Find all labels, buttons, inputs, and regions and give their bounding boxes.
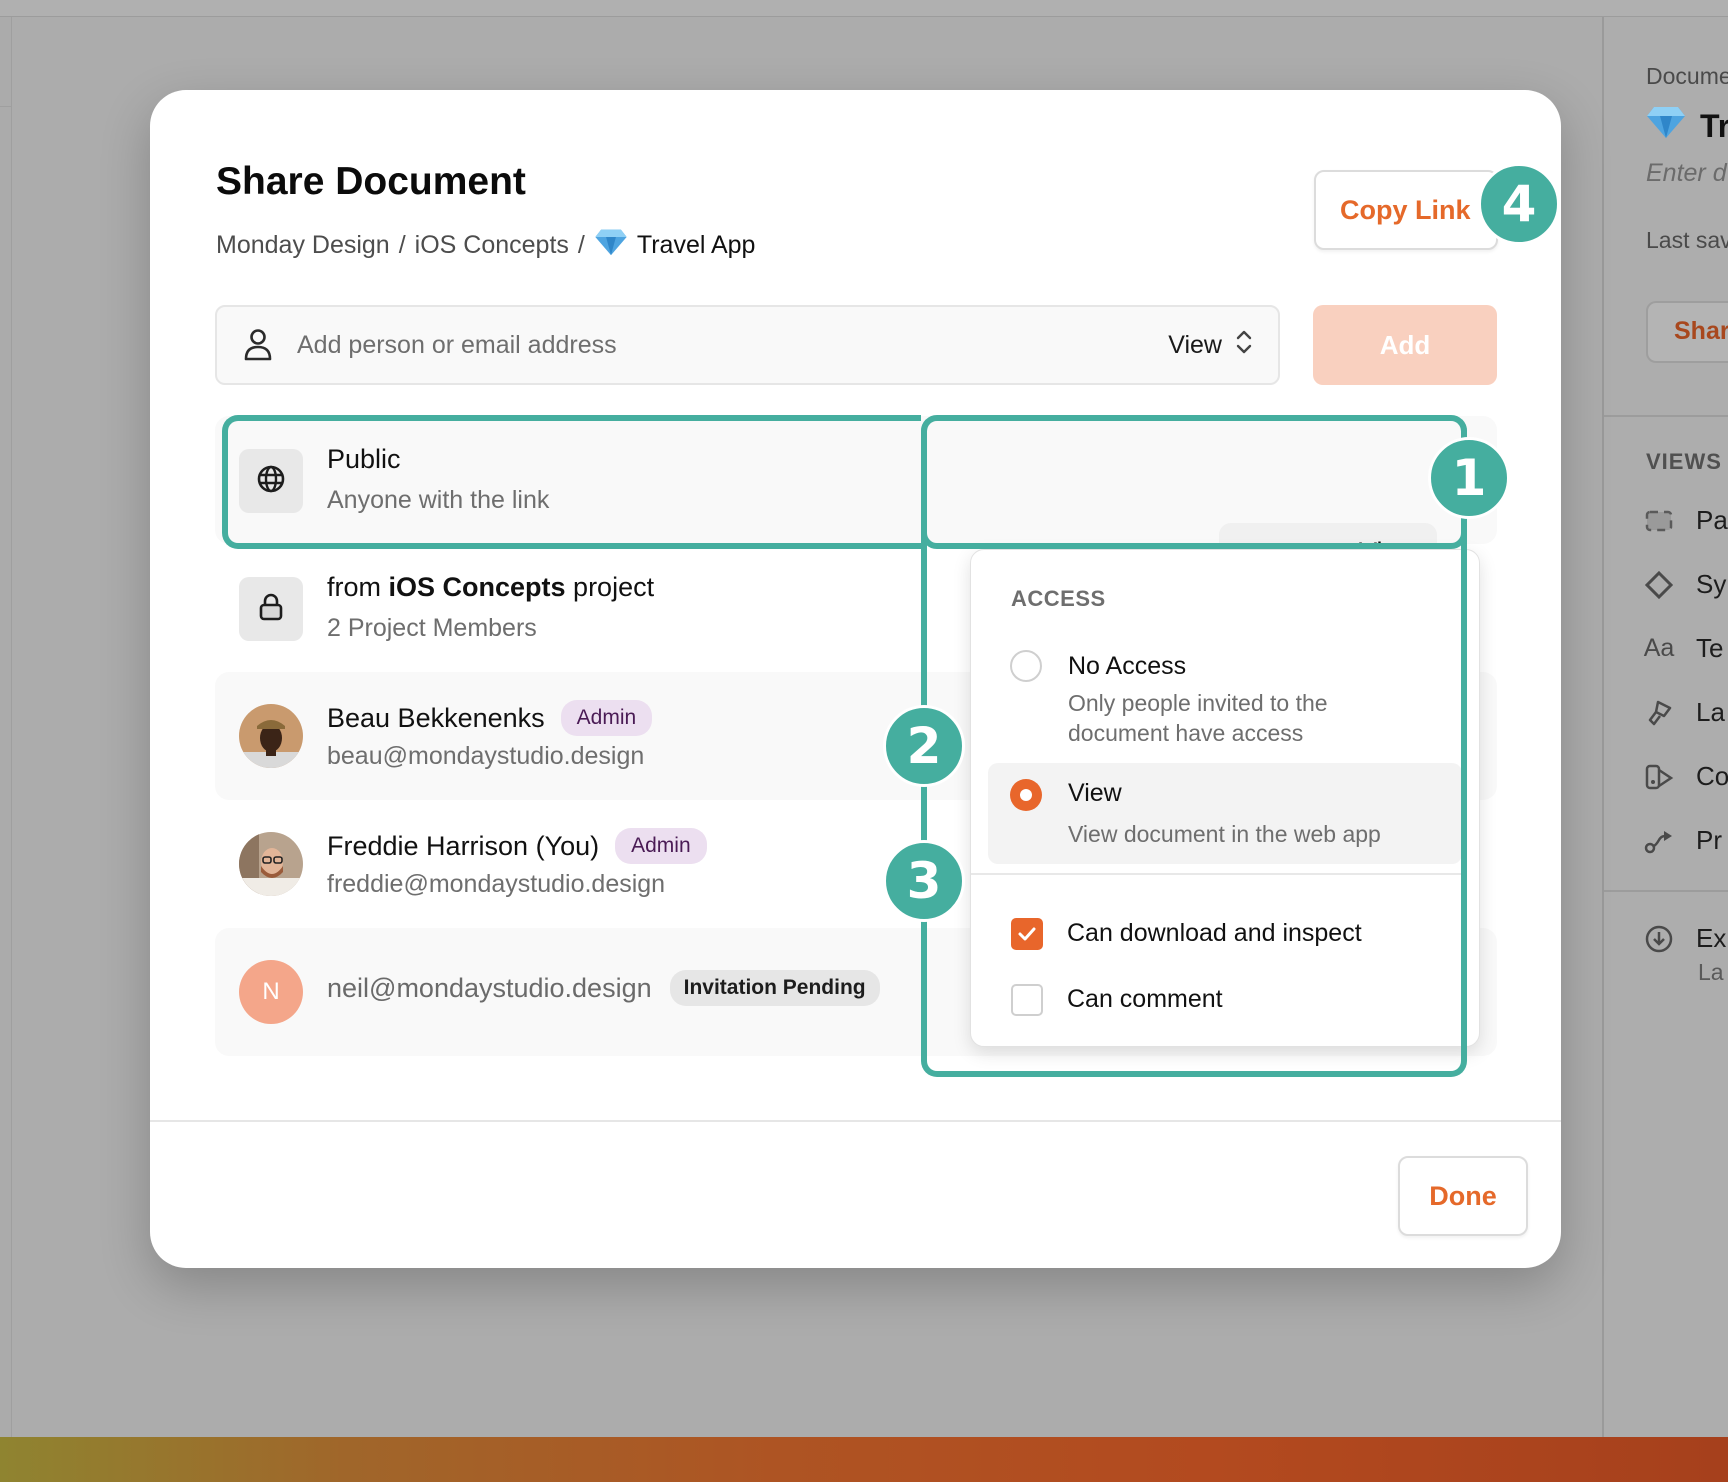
role-select[interactable]: View	[1168, 329, 1252, 362]
modal-title: Share Document	[216, 160, 526, 203]
member-name: Beau Bekkenenks	[327, 702, 545, 733]
text-aa-icon: Aa	[1643, 634, 1675, 662]
done-button[interactable]: Done	[1398, 1156, 1528, 1236]
breadcrumb-document: Travel App	[636, 231, 756, 259]
sidebar-divider	[1604, 415, 1728, 417]
access-option-view[interactable]: View View document in the web app	[988, 763, 1462, 864]
brush-icon	[1644, 698, 1674, 728]
globe-icon	[256, 464, 286, 499]
sidebar-item-export[interactable]: Ex	[1644, 923, 1726, 954]
member-email: beau@mondaystudio.design	[327, 742, 645, 770]
sidebar-views-header: VIEWS	[1646, 449, 1722, 474]
menu-divider	[971, 873, 1461, 875]
add-person-field[interactable]: View	[215, 305, 1280, 385]
breadcrumb-workspace[interactable]: Monday Design	[216, 231, 390, 260]
sidebar-item-colors[interactable]: Co	[1644, 761, 1728, 792]
app-top-bar	[0, 0, 1728, 17]
copy-link-button[interactable]: Copy Link	[1314, 170, 1498, 250]
color-swatch-icon	[1644, 762, 1674, 792]
breadcrumb-project[interactable]: iOS Concepts	[415, 231, 569, 260]
sidebar-divider	[1604, 890, 1728, 892]
document-sidebar: Docume Tr Enter d Last sav Shar VIEWS Pa…	[1602, 17, 1728, 1437]
desktop-wallpaper-strip	[0, 1437, 1728, 1482]
checkbox-checked[interactable]	[1011, 918, 1043, 950]
annotation-marker-4: 4	[1478, 163, 1560, 245]
admin-badge: Admin	[615, 828, 707, 864]
radio-view[interactable]	[1010, 779, 1042, 811]
access-row-subtitle: 2 Project Members	[327, 614, 537, 642]
sidebar-item-pages[interactable]: Pa	[1644, 505, 1728, 536]
breadcrumb: Monday Design / iOS Concepts / Travel Ap…	[216, 228, 755, 263]
member-email: neil@mondaystudio.design	[327, 972, 652, 1003]
sidebar-item-layers[interactable]: La	[1644, 697, 1725, 728]
prototype-icon	[1644, 826, 1674, 856]
access-row-title: Public	[327, 444, 401, 474]
share-document-modal: Share Document Monday Design / iOS Conce…	[150, 90, 1561, 1268]
annotation-marker-3: 3	[883, 840, 965, 922]
download-circle-icon	[1644, 924, 1674, 954]
sidebar-description-input[interactable]: Enter d	[1646, 159, 1727, 188]
add-button[interactable]: Add	[1313, 305, 1497, 385]
sidebar-section-label: Docume	[1646, 63, 1728, 89]
lock-icon	[258, 592, 284, 627]
radio-no-access[interactable]	[1010, 650, 1042, 682]
gem-icon	[594, 228, 628, 263]
member-email: freddie@mondaystudio.design	[327, 870, 666, 898]
access-row-title: from iOS Concepts project	[327, 572, 655, 602]
sidebar-item-symbols[interactable]: Sy	[1644, 569, 1726, 600]
access-row-subtitle: Anyone with the link	[327, 486, 550, 514]
member-name: Freddie Harrison (You)	[327, 830, 600, 861]
avatar	[239, 832, 303, 896]
add-person-input[interactable]	[297, 330, 1169, 360]
sidebar-document-title: Tr	[1646, 105, 1728, 147]
admin-badge: Admin	[560, 700, 653, 736]
symbol-diamond-icon	[1644, 570, 1674, 600]
sidebar-last-saved: Last sav	[1646, 227, 1728, 253]
annotation-marker-2: 2	[883, 705, 965, 787]
checkbox-unchecked[interactable]	[1011, 984, 1043, 1016]
sidebar-share-button[interactable]: Shar	[1646, 301, 1728, 363]
avatar	[239, 704, 303, 768]
breadcrumb-separator: /	[398, 231, 406, 259]
sidebar-item-text[interactable]: Aa Te	[1643, 633, 1724, 664]
footer-divider	[150, 1120, 1561, 1122]
sidebar-export-subtitle: La	[1698, 959, 1724, 985]
avatar-initial: N	[239, 960, 303, 1024]
checkmark-icon	[1018, 927, 1036, 941]
page-icon	[1644, 506, 1674, 536]
person-icon	[243, 328, 273, 362]
access-menu-header: ACCESS	[1011, 586, 1106, 611]
chevron-up-down-icon	[1236, 329, 1252, 362]
breadcrumb-separator: /	[577, 231, 585, 259]
annotation-marker-1: 1	[1428, 437, 1510, 519]
role-select-value: View	[1168, 330, 1222, 359]
gem-icon	[1646, 105, 1686, 147]
access-dropdown-menu: ACCESS No Access Only people invited to …	[970, 549, 1480, 1047]
sidebar-item-prototype[interactable]: Pr	[1644, 825, 1722, 856]
left-panel-edge	[0, 17, 12, 1437]
invitation-pending-badge: Invitation Pending	[669, 970, 880, 1006]
access-option-no-access[interactable]: No Access Only people invited to the doc…	[988, 632, 1462, 746]
